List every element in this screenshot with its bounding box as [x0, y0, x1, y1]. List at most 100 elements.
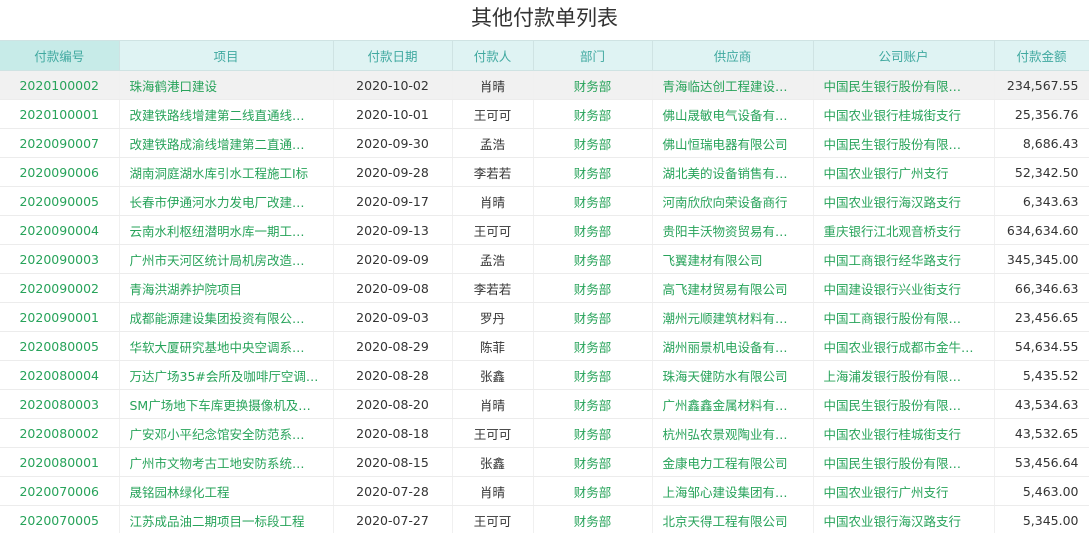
- payer-cell: 肖晴: [452, 389, 534, 419]
- project-cell: 广州市天河区统计局机房改造…: [119, 244, 334, 274]
- project-cell: 湖南洞庭湖水库引水工程施工I标: [119, 157, 334, 187]
- payment-no-cell: 2020080005: [0, 331, 120, 361]
- column-header-payment-date[interactable]: 付款日期: [333, 40, 453, 71]
- supplier-cell: 上海邹心建设集团有…: [652, 476, 814, 506]
- payment-date-cell: 2020-10-02: [333, 70, 453, 100]
- payment-date-cell: 2020-09-28: [333, 157, 453, 187]
- department-cell: 财务部: [533, 302, 653, 332]
- project-cell: 长春市伊通河水力发电厂改建…: [119, 186, 334, 216]
- supplier-cell: 河南欣欣向荣设备商行: [652, 186, 814, 216]
- table-header-row: 付款编号 项目 付款日期 付款人 部门 供应商 公司账户 付款金额: [0, 40, 1089, 71]
- payment-date-cell: 2020-09-13: [333, 215, 453, 245]
- supplier-cell: 广州鑫鑫金属材料有…: [652, 389, 814, 419]
- table-row[interactable]: 2020100001 改建铁路线增建第二线直通线… 2020-10-01 王可可 财务部…: [0, 99, 1089, 129]
- company-account-cell: 重庆银行江北观音桥支行: [813, 215, 995, 245]
- column-header-amount[interactable]: 付款金额: [994, 40, 1089, 71]
- table-row[interactable]: 2020080003 SM广场地下车库更换摄像机及… 2020-08-20 肖晴 财务部…: [0, 389, 1089, 419]
- table-body: 2020100002 珠海鹤港口建设 2020-10-02 肖晴 财务部 青海临达创工程建…: [0, 70, 1089, 533]
- company-account-cell: 中国民生银行股份有限…: [813, 447, 995, 477]
- payer-cell: 王可可: [452, 99, 534, 129]
- table-row[interactable]: 2020080005 华软大厦研究基地中央空调系… 2020-08-29 陈菲 财务部湖…: [0, 331, 1089, 361]
- payment-no-cell: 2020080002: [0, 418, 120, 448]
- column-header-company-account[interactable]: 公司账户: [813, 40, 995, 71]
- company-account-cell: 上海浦发银行股份有限…: [813, 360, 995, 390]
- payment-date-cell: 2020-09-08: [333, 273, 453, 303]
- payer-cell: 张鑫: [452, 360, 534, 390]
- payment-date-cell: 2020-09-09: [333, 244, 453, 274]
- column-header-department[interactable]: 部门: [533, 40, 653, 71]
- table-row[interactable]: 2020070006 晟铭园林绿化工程 2020-07-28 肖晴 财务部 上海邹心建设集…: [0, 476, 1089, 506]
- project-cell: SM广场地下车库更换摄像机及…: [119, 389, 334, 419]
- company-account-cell: 中国民生银行股份有限…: [813, 128, 995, 158]
- amount-cell: 234,567.55: [994, 70, 1089, 100]
- table-row[interactable]: 2020090003 广州市天河区统计局机房改造… 2020-09-09 孟浩 财务部飞…: [0, 244, 1089, 274]
- department-cell: 财务部: [533, 244, 653, 274]
- project-cell: 珠海鹤港口建设: [119, 70, 334, 100]
- payment-no-cell: 2020070006: [0, 476, 120, 506]
- department-cell: 财务部: [533, 157, 653, 187]
- table-row[interactable]: 2020090004 云南水利枢纽潜明水库一期工… 2020-09-13 王可可 财务部…: [0, 215, 1089, 245]
- project-cell: 改建铁路线增建第二线直通线…: [119, 99, 334, 129]
- company-account-cell: 中国农业银行海汉路支行: [813, 186, 995, 216]
- amount-cell: 5,463.00: [994, 476, 1089, 506]
- payment-date-cell: 2020-08-28: [333, 360, 453, 390]
- table-row[interactable]: 2020090001 成都能源建设集团投资有限公… 2020-09-03 罗丹 财务部潮…: [0, 302, 1089, 332]
- project-cell: 华软大厦研究基地中央空调系…: [119, 331, 334, 361]
- amount-cell: 634,634.60: [994, 215, 1089, 245]
- table-row[interactable]: 2020100002 珠海鹤港口建设 2020-10-02 肖晴 财务部 青海临达创工程建…: [0, 70, 1089, 100]
- table-row[interactable]: 2020080002 广安邓小平纪念馆安全防范系… 2020-08-18 王可可 财务部…: [0, 418, 1089, 448]
- supplier-cell: 高飞建材贸易有限公司: [652, 273, 814, 303]
- payment-date-cell: 2020-09-30: [333, 128, 453, 158]
- company-account-cell: 中国农业银行成都市金牛…: [813, 331, 995, 361]
- table-row[interactable]: 2020070005 江苏成品油二期项目一标段工程 2020-07-27 王可可 财务部…: [0, 505, 1089, 533]
- department-cell: 财务部: [533, 99, 653, 129]
- department-cell: 财务部: [533, 331, 653, 361]
- table-row[interactable]: 2020090006 湖南洞庭湖水库引水工程施工I标 2020-09-28 李若若 财务…: [0, 157, 1089, 187]
- payment-no-cell: 2020090005: [0, 186, 120, 216]
- company-account-cell: 中国农业银行桂城街支行: [813, 99, 995, 129]
- payment-no-cell: 2020080003: [0, 389, 120, 419]
- amount-cell: 53,456.64: [994, 447, 1089, 477]
- payment-no-cell: 2020090002: [0, 273, 120, 303]
- table-row[interactable]: 2020090002 青海洪湖养护院项目 2020-09-08 李若若 财务部 高飞建材贸…: [0, 273, 1089, 303]
- column-header-payment-no[interactable]: 付款编号: [0, 40, 120, 71]
- payment-date-cell: 2020-08-15: [333, 447, 453, 477]
- table-row[interactable]: 2020080001 广州市文物考古工地安防系统… 2020-08-15 张鑫 财务部金…: [0, 447, 1089, 477]
- payer-cell: 王可可: [452, 418, 534, 448]
- supplier-cell: 金康电力工程有限公司: [652, 447, 814, 477]
- supplier-cell: 佛山晟敏电气设备有…: [652, 99, 814, 129]
- project-cell: 青海洪湖养护院项目: [119, 273, 334, 303]
- column-header-payer[interactable]: 付款人: [452, 40, 534, 71]
- company-account-cell: 中国农业银行广州支行: [813, 476, 995, 506]
- company-account-cell: 中国民生银行股份有限…: [813, 70, 995, 100]
- department-cell: 财务部: [533, 476, 653, 506]
- payment-no-cell: 2020090004: [0, 215, 120, 245]
- amount-cell: 6,343.63: [994, 186, 1089, 216]
- department-cell: 财务部: [533, 505, 653, 533]
- company-account-cell: 中国农业银行广州支行: [813, 157, 995, 187]
- payer-cell: 肖晴: [452, 186, 534, 216]
- supplier-cell: 青海临达创工程建设…: [652, 70, 814, 100]
- payer-cell: 张鑫: [452, 447, 534, 477]
- department-cell: 财务部: [533, 360, 653, 390]
- amount-cell: 54,634.55: [994, 331, 1089, 361]
- column-header-supplier[interactable]: 供应商: [652, 40, 814, 71]
- payer-cell: 陈菲: [452, 331, 534, 361]
- payment-no-cell: 2020100001: [0, 99, 120, 129]
- department-cell: 财务部: [533, 389, 653, 419]
- supplier-cell: 杭州弘农景观陶业有…: [652, 418, 814, 448]
- company-account-cell: 中国建设银行兴业街支行: [813, 273, 995, 303]
- supplier-cell: 珠海天健防水有限公司: [652, 360, 814, 390]
- table-row[interactable]: 2020090007 改建铁路成渝线增建第二直通… 2020-09-30 孟浩 财务部佛…: [0, 128, 1089, 158]
- company-account-cell: 中国农业银行海汉路支行: [813, 505, 995, 533]
- payment-date-cell: 2020-09-17: [333, 186, 453, 216]
- payment-no-cell: 2020080001: [0, 447, 120, 477]
- payment-date-cell: 2020-08-18: [333, 418, 453, 448]
- amount-cell: 5,345.00: [994, 505, 1089, 533]
- table-row[interactable]: 2020080004 万达广场35#会所及咖啡厅空调… 2020-08-28 张鑫 财务…: [0, 360, 1089, 390]
- project-cell: 万达广场35#会所及咖啡厅空调…: [119, 360, 334, 390]
- column-header-project[interactable]: 项目: [119, 40, 334, 71]
- table-row[interactable]: 2020090005 长春市伊通河水力发电厂改建… 2020-09-17 肖晴 财务部河…: [0, 186, 1089, 216]
- department-cell: 财务部: [533, 215, 653, 245]
- project-cell: 改建铁路成渝线增建第二直通…: [119, 128, 334, 158]
